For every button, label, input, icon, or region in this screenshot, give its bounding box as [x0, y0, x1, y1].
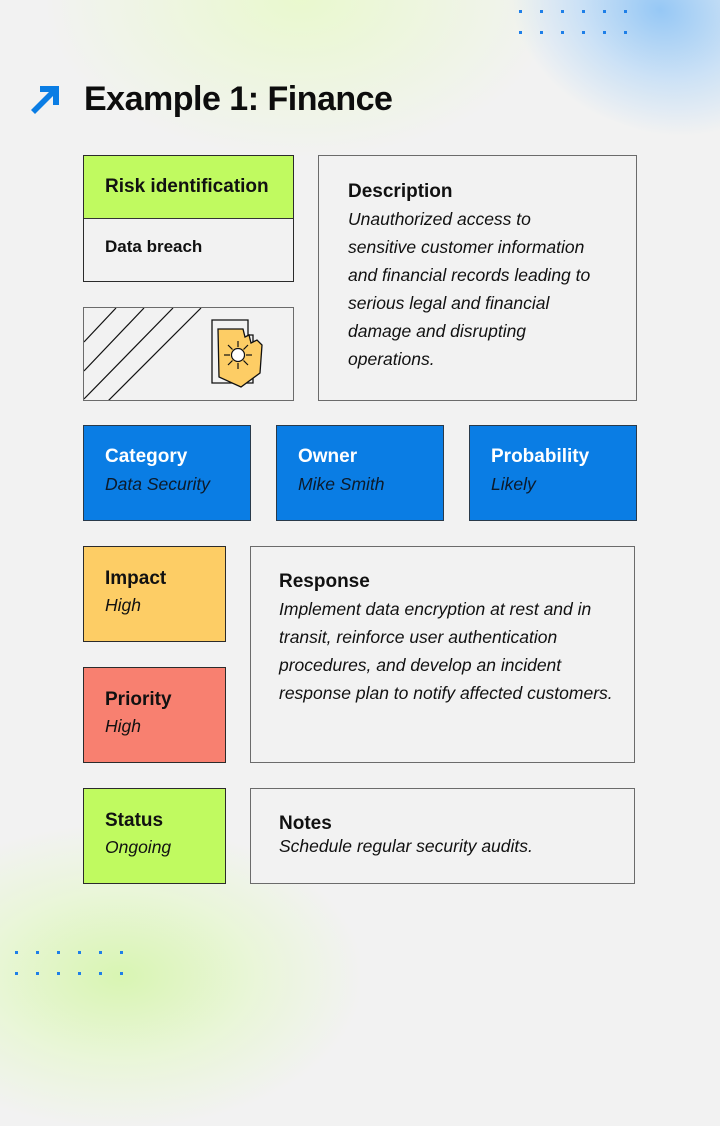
probability-card: Probability Likely	[469, 425, 637, 521]
risk-identification-value: Data breach	[105, 237, 203, 256]
description-card: Description Unauthorized access to sensi…	[318, 155, 637, 401]
owner-label: Owner	[298, 446, 358, 467]
notes-label: Notes	[279, 813, 332, 834]
status-card: Status Ongoing	[83, 788, 226, 884]
impact-card: Impact High	[83, 546, 226, 642]
description-label: Description	[348, 181, 453, 202]
priority-label: Priority	[105, 689, 172, 710]
impact-label: Impact	[105, 568, 167, 589]
response-card: Response Implement data encryption at re…	[250, 546, 635, 763]
impact-value: High	[105, 595, 141, 615]
description-text: Unauthorized access to sensitive custome…	[348, 209, 591, 369]
risk-identification-card: Risk identification Data breach	[83, 155, 294, 282]
response-label: Response	[279, 571, 370, 592]
page-title: Example 1: Finance	[84, 80, 393, 118]
decorative-dot-grid-top	[519, 10, 627, 34]
priority-value: High	[105, 716, 141, 736]
notes-card: Notes Schedule regular security audits.	[250, 788, 635, 884]
status-label: Status	[105, 810, 164, 831]
owner-value: Mike Smith	[298, 474, 385, 494]
arrow-up-right-icon	[31, 85, 59, 114]
category-card: Category Data Security	[83, 425, 251, 521]
status-value: Ongoing	[105, 837, 172, 857]
illustration-card	[83, 307, 294, 401]
priority-card: Priority High	[83, 667, 226, 763]
broken-shield-icon	[211, 319, 263, 388]
category-label: Category	[105, 446, 188, 467]
page-header: Example 1: Finance	[28, 80, 393, 119]
response-text: Implement data encryption at rest and in…	[279, 599, 613, 703]
category-value: Data Security	[105, 474, 211, 494]
notes-text: Schedule regular security audits.	[279, 836, 533, 856]
owner-card: Owner Mike Smith	[276, 425, 444, 521]
risk-identification-label: Risk identification	[84, 156, 293, 219]
probability-value: Likely	[491, 474, 536, 494]
probability-label: Probability	[491, 446, 590, 467]
decorative-dot-grid-bottom	[15, 951, 123, 975]
